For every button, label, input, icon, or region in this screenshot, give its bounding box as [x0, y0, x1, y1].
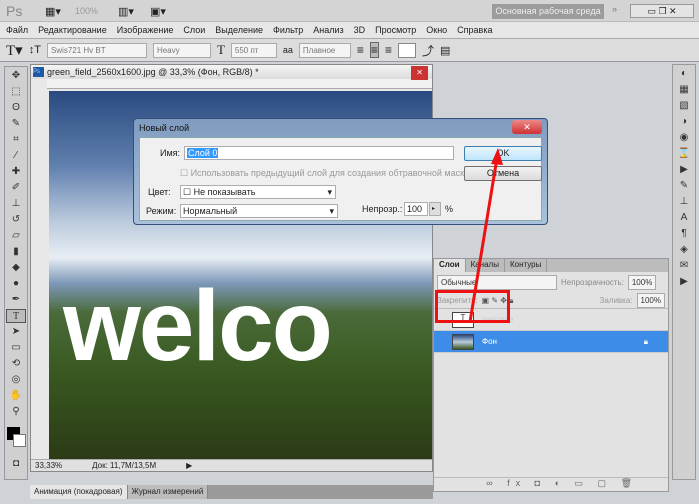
annotation-arrow: [468, 148, 503, 323]
arrow-head: [491, 148, 503, 165]
arrow-line: [468, 157, 499, 323]
